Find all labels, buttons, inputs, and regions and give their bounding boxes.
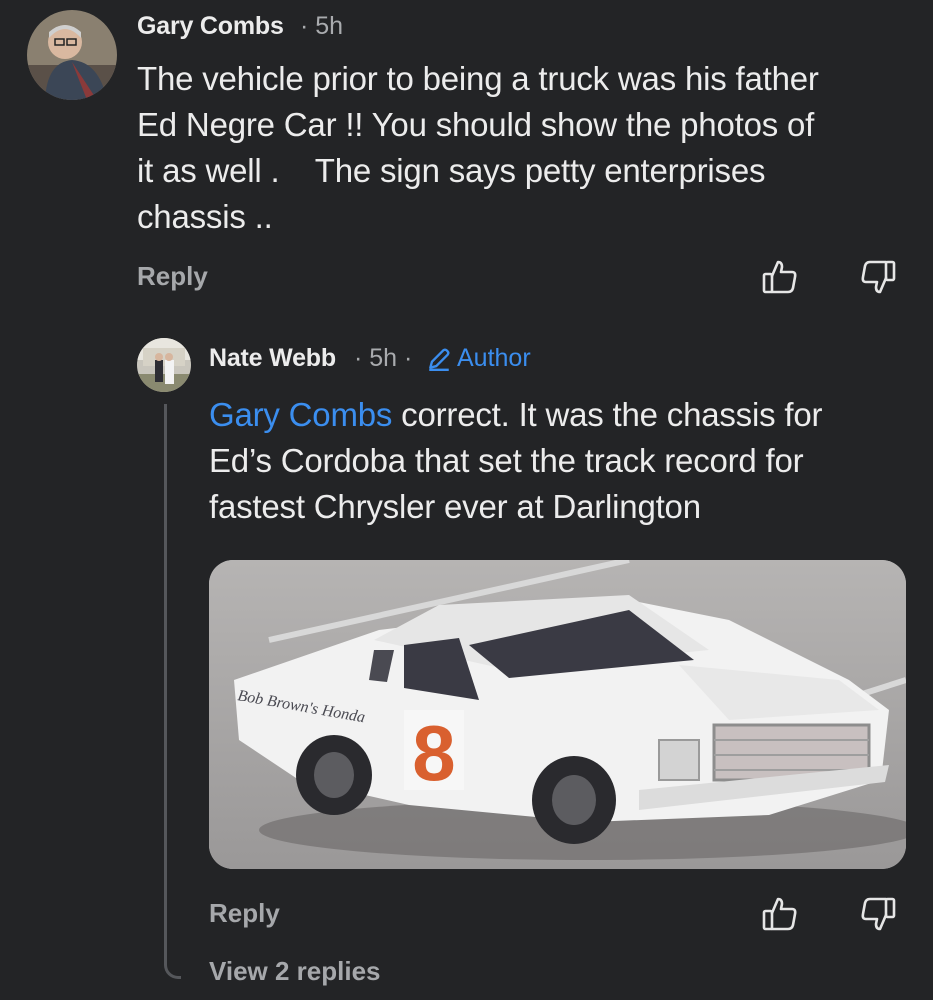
reply-button-nested[interactable]: Reply bbox=[209, 898, 280, 929]
reply-timestamp: · 5h · bbox=[354, 344, 413, 372]
thread-connector-line bbox=[164, 404, 181, 979]
comment-timestamp: · 5h bbox=[300, 12, 344, 40]
comment-line: chassis .. bbox=[137, 198, 273, 235]
comment-author-name[interactable]: Gary Combs bbox=[137, 12, 284, 41]
view-replies-link[interactable]: View 2 replies bbox=[209, 956, 381, 987]
reply-body: Gary Combs correct. It was the chassis f… bbox=[209, 392, 822, 530]
avatar-nate-webb[interactable] bbox=[137, 338, 191, 392]
thumbs-up-icon[interactable] bbox=[760, 257, 800, 297]
author-badge-label: Author bbox=[457, 344, 531, 372]
comment-body: The vehicle prior to being a truck was h… bbox=[137, 56, 819, 240]
race-car-photo[interactable]: 8 Bob Brown's Honda bbox=[209, 560, 906, 869]
comment-line: it as well . The sign says petty enterpr… bbox=[137, 152, 766, 189]
comment-line: The vehicle prior to being a truck was h… bbox=[137, 60, 819, 97]
pencil-icon bbox=[429, 347, 450, 371]
thumbs-up-icon[interactable] bbox=[760, 894, 800, 934]
comment-line: Ed Negre Car !! You should show the phot… bbox=[137, 106, 815, 143]
reply-button[interactable]: Reply bbox=[137, 261, 208, 292]
reply-line-text: correct. It was the chassis for bbox=[392, 396, 823, 433]
reply-line: fastest Chrysler ever at Darlington bbox=[209, 488, 701, 525]
mention-link[interactable]: Gary Combs bbox=[209, 396, 392, 433]
author-badge: Author bbox=[426, 344, 531, 373]
reply-line: Gary Combs correct. It was the chassis f… bbox=[209, 392, 822, 438]
thumbs-down-icon[interactable] bbox=[858, 894, 898, 934]
car-number-text: 8 bbox=[412, 709, 455, 797]
avatar-gary-combs[interactable] bbox=[27, 10, 117, 100]
reply-line: Ed’s Cordoba that set the track record f… bbox=[209, 442, 804, 479]
reply-author-name[interactable]: Nate Webb bbox=[209, 344, 336, 373]
thumbs-down-icon[interactable] bbox=[858, 257, 898, 297]
